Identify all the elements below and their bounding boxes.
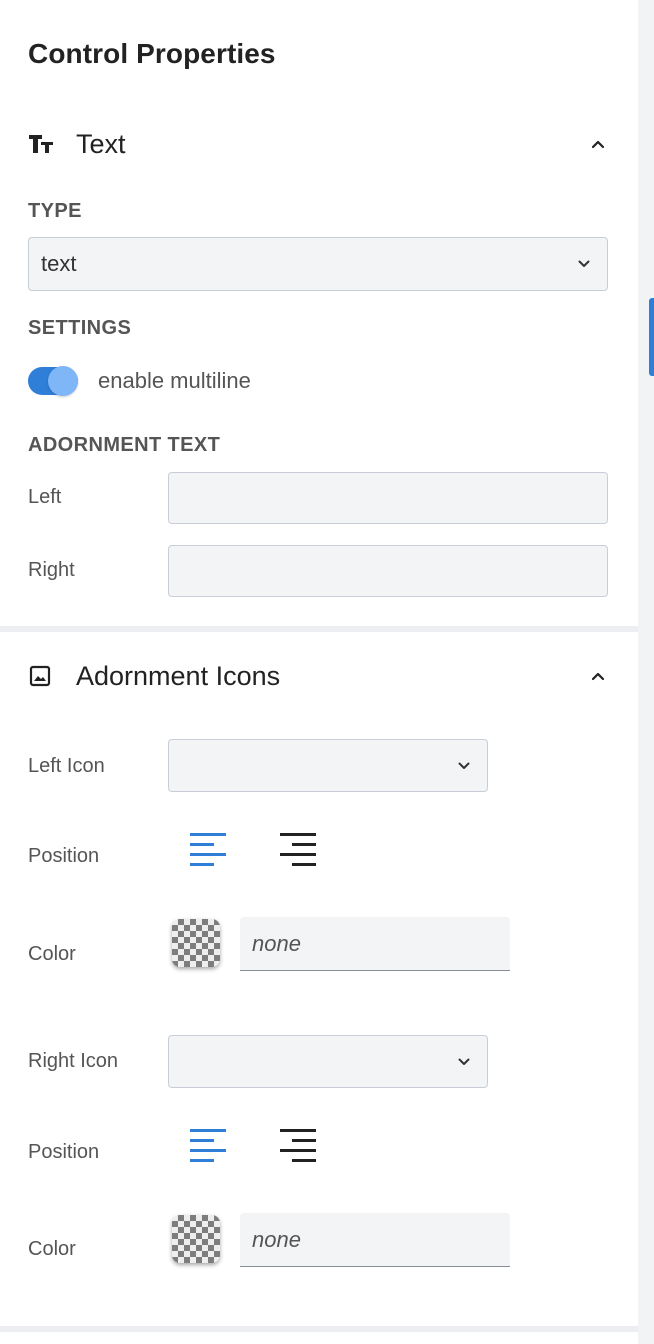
toggle-knob bbox=[48, 366, 78, 396]
right-icon-select[interactable] bbox=[168, 1035, 488, 1088]
left-position-label: Position bbox=[28, 845, 100, 867]
align-left-icon bbox=[190, 833, 226, 866]
right-adornment-input[interactable] bbox=[168, 545, 608, 597]
align-left-button[interactable] bbox=[189, 830, 227, 868]
left-text-label: Left bbox=[28, 486, 62, 508]
left-adornment-input[interactable] bbox=[168, 472, 608, 524]
align-left-button[interactable] bbox=[189, 1126, 227, 1164]
section-divider bbox=[0, 1326, 638, 1332]
text-format-icon bbox=[28, 130, 56, 158]
left-color-swatch[interactable] bbox=[172, 919, 220, 967]
chevron-up-icon[interactable] bbox=[586, 664, 610, 688]
type-label: TYPE bbox=[28, 200, 82, 222]
chevron-down-icon bbox=[457, 1055, 471, 1069]
scrollbar-thumb[interactable] bbox=[649, 298, 654, 376]
image-icon bbox=[28, 662, 56, 690]
multiline-label: enable multiline bbox=[98, 368, 251, 393]
icons-section-header[interactable]: Adornment Icons bbox=[28, 656, 610, 696]
left-color-label: Color bbox=[28, 943, 76, 965]
left-icon-select[interactable] bbox=[168, 739, 488, 792]
right-gutter bbox=[638, 0, 654, 1344]
right-color-label: Color bbox=[28, 1238, 76, 1260]
settings-label: SETTINGS bbox=[28, 317, 132, 339]
multiline-toggle[interactable] bbox=[28, 364, 78, 398]
adornment-text-label: ADORNMENT TEXT bbox=[28, 434, 221, 456]
chevron-up-icon[interactable] bbox=[586, 132, 610, 156]
right-color-input[interactable] bbox=[240, 1213, 510, 1267]
section-divider bbox=[0, 626, 638, 632]
text-section-header[interactable]: Text bbox=[28, 124, 610, 164]
panel-title: Control Properties bbox=[28, 38, 276, 69]
type-select[interactable]: text bbox=[28, 237, 608, 291]
align-right-button[interactable] bbox=[279, 1126, 317, 1164]
align-left-icon bbox=[190, 1129, 226, 1162]
chevron-down-icon bbox=[577, 257, 591, 271]
right-text-label: Right bbox=[28, 559, 75, 581]
right-color-swatch[interactable] bbox=[172, 1215, 220, 1263]
icons-section-title: Adornment Icons bbox=[76, 660, 281, 691]
align-right-icon bbox=[280, 1129, 316, 1162]
text-section-title: Text bbox=[76, 128, 126, 159]
type-select-value: text bbox=[41, 251, 77, 276]
right-icon-label: Right Icon bbox=[28, 1050, 119, 1072]
control-properties-panel: Control Properties Text TYPE text SETTIN… bbox=[0, 0, 638, 1344]
left-icon-label: Left Icon bbox=[28, 755, 105, 777]
align-right-button[interactable] bbox=[279, 830, 317, 868]
align-right-icon bbox=[280, 833, 316, 866]
left-color-input[interactable] bbox=[240, 917, 510, 971]
right-position-label: Position bbox=[28, 1141, 100, 1163]
chevron-down-icon bbox=[457, 759, 471, 773]
